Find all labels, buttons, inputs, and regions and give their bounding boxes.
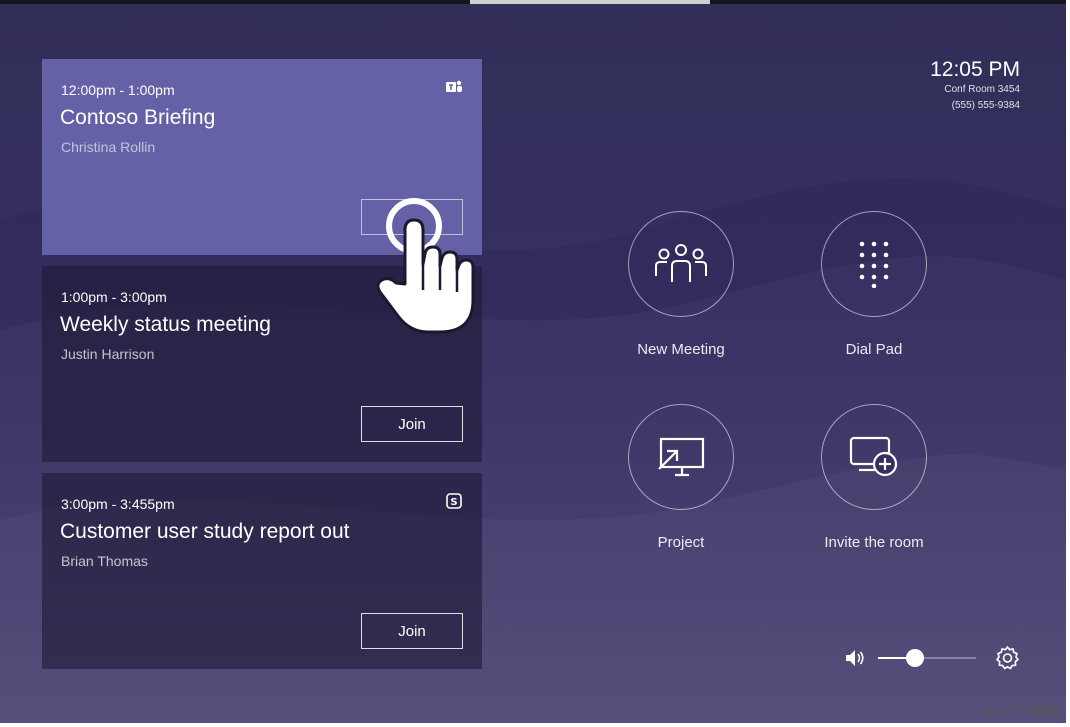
meeting-time: 3:00pm - 3:455pm [61, 496, 175, 512]
volume-icon[interactable] [844, 647, 866, 669]
watermark: @51CTO博客 [979, 703, 1060, 718]
hand-pointer-icon [376, 198, 475, 334]
dial-pad-label: Dial Pad [845, 341, 903, 358]
join-button[interactable]: Join [361, 613, 463, 649]
meeting-time: 1:00pm - 3:00pm [61, 289, 167, 305]
room-name: Conf Room 3454 [944, 84, 1020, 95]
skype-icon: S [446, 493, 462, 509]
project-label: Project [657, 534, 705, 551]
svg-text:S: S [450, 497, 457, 508]
meeting-title: Contoso Briefing [60, 106, 216, 129]
dial-pad-icon [859, 241, 889, 288]
invite-room-button[interactable]: Invite the room [794, 404, 954, 551]
new-meeting-circle[interactable] [628, 211, 734, 317]
invite-room-icon [849, 436, 898, 477]
invite-room-label: Invite the room [824, 534, 924, 551]
meeting-title: Weekly status meeting [60, 313, 271, 336]
meeting-title: Customer user study report out [60, 520, 350, 543]
invite-room-circle[interactable] [821, 404, 927, 510]
current-time: 12:05 PM [930, 58, 1020, 81]
meeting-time: 12:00pm - 1:00pm [61, 82, 175, 98]
dial-pad-circle[interactable] [821, 211, 927, 317]
new-meeting-button[interactable]: New Meeting [601, 211, 761, 358]
new-meeting-label: New Meeting [637, 341, 725, 358]
people-icon [655, 244, 707, 282]
project-circle[interactable] [628, 404, 734, 510]
meeting-organizer: Brian Thomas [61, 553, 148, 569]
gear-icon[interactable] [995, 645, 1020, 670]
volume-slider[interactable] [878, 649, 976, 667]
meeting-card-customer-study[interactable]: 3:00pm - 3:455pm Customer user study rep… [42, 473, 482, 669]
clock-panel: 12:05 PM Conf Room 3454 (555) 555-9384 [930, 58, 1020, 114]
teams-icon [446, 80, 462, 92]
room-phone: (555) 555-9384 [951, 100, 1020, 111]
project-button[interactable]: Project [601, 404, 761, 551]
project-screen-icon [658, 437, 705, 477]
join-button[interactable]: Join [361, 406, 463, 442]
meeting-room-console: 12:00pm - 1:00pm Contoso Briefing Christ… [0, 0, 1066, 723]
dial-pad-button[interactable]: Dial Pad [794, 211, 954, 358]
meeting-organizer: Christina Rollin [61, 139, 156, 155]
meeting-organizer: Justin Harrison [61, 346, 155, 362]
